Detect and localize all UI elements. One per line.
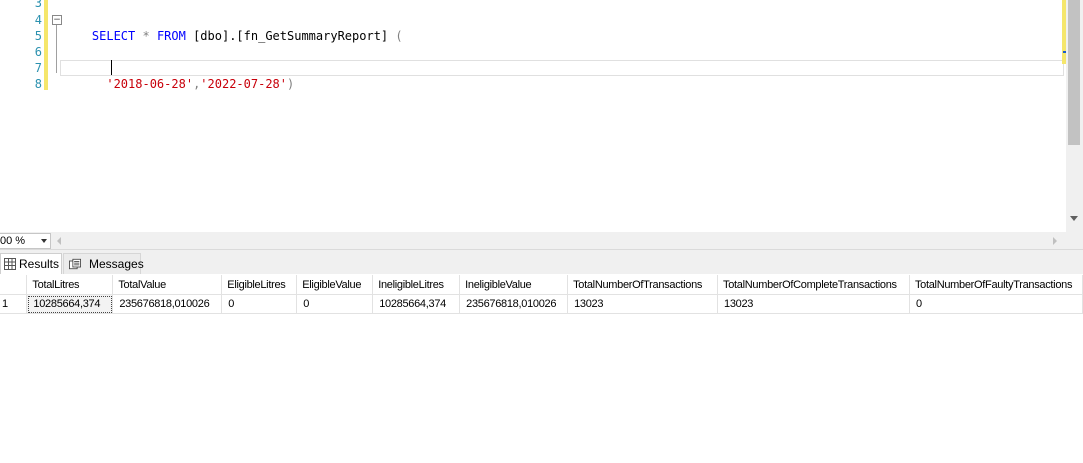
table-cell[interactable]: 0 [909, 294, 1083, 314]
open-paren: ( [395, 29, 403, 43]
scroll-right-arrow-icon[interactable] [1053, 237, 1057, 245]
zoom-dropdown[interactable]: 00 % [0, 233, 51, 249]
grid-icon [4, 258, 16, 270]
editor-status-strip: 00 % [0, 232, 1083, 250]
scroll-down-arrow-icon[interactable] [1070, 216, 1078, 221]
column-header[interactable]: TotalLitres [26, 275, 114, 295]
column-header[interactable]: TotalNumberOfTransactions [567, 275, 719, 295]
line-number: 5 [34, 29, 42, 43]
column-header[interactable]: IneligibleValue [459, 275, 569, 295]
string-literal-end-date: '2022-07-28' [200, 77, 287, 91]
chevron-down-icon[interactable] [41, 239, 47, 243]
fold-guide-line [56, 25, 57, 73]
string-literal-start-date: '2018-06-28' [106, 77, 194, 91]
column-header[interactable]: TotalNumberOfCompleteTransactions [717, 275, 910, 295]
line-number: 7 [34, 61, 42, 75]
table-cell[interactable]: 10285664,374 [26, 294, 114, 314]
operator-star: * [135, 29, 157, 43]
table-cell[interactable]: 0 [296, 294, 374, 314]
column-header[interactable]: TotalValue [112, 275, 223, 295]
zoom-value: 00 % [0, 235, 26, 247]
table-cell[interactable]: 10285664,374 [372, 294, 461, 314]
results-grid[interactable]: TotalLitres TotalValue EligibleLitres El… [0, 275, 1083, 463]
line-number: 3 [34, 0, 42, 10]
query-editor[interactable]: 3 4 5 6 7 8 − SELECT * FROM [dbo].[fn_Ge… [0, 0, 1083, 232]
change-tracking-bar [44, 0, 48, 90]
keyword-from: FROM [156, 29, 186, 43]
tab-messages-label: Messages [89, 257, 144, 271]
column-header[interactable]: IneligibleLitres [372, 275, 461, 295]
keyword-select: SELECT [91, 29, 136, 43]
table-cell[interactable]: 235676818,010026 [459, 294, 569, 314]
editor-vertical-scrollbar[interactable] [1066, 0, 1083, 232]
tab-results-label: Results [19, 257, 60, 271]
table-cell[interactable]: 13023 [567, 294, 719, 314]
line-number: 6 [34, 45, 42, 59]
code-line-select: SELECT * FROM [dbo].[fn_GetSummaryReport… [63, 12, 403, 60]
function-identifier: [dbo].[fn_GetSummaryReport] [185, 29, 396, 43]
column-header[interactable]: TotalNumberOfFaultyTransactions [909, 275, 1083, 295]
code-line-arguments: '2018-06-28','2022-07-28') [63, 60, 294, 108]
table-cell[interactable]: 0 [221, 294, 298, 314]
line-number: 8 [34, 77, 42, 91]
tab-messages[interactable]: Messages [63, 253, 144, 274]
scroll-left-arrow-icon[interactable] [57, 237, 61, 245]
results-tab-strip: Results Messages [0, 250, 1083, 274]
text-caret [111, 60, 112, 75]
header-row: TotalLitres TotalValue EligibleLitres El… [0, 275, 1083, 295]
table-cell[interactable]: 13023 [717, 294, 910, 314]
scrollbar-thumb[interactable] [1068, 0, 1080, 145]
line-number-gutter: 3 4 5 6 7 8 [0, 0, 44, 232]
row-number[interactable]: 1 [0, 294, 28, 314]
column-header[interactable]: EligibleValue [296, 275, 374, 295]
tab-results[interactable]: Results [0, 253, 62, 274]
table-row: 1 10285664,374 235676818,010026 0 0 1028… [0, 294, 1083, 314]
column-header-rownum [0, 275, 28, 295]
messages-icon [69, 258, 81, 270]
line-number: 4 [34, 13, 42, 27]
table-cell[interactable]: 235676818,010026 [112, 294, 223, 314]
collapse-region-icon[interactable]: − [52, 15, 62, 25]
close-paren: ) [287, 77, 295, 91]
results-table: TotalLitres TotalValue EligibleLitres El… [0, 275, 1083, 314]
column-header[interactable]: EligibleLitres [221, 275, 298, 295]
